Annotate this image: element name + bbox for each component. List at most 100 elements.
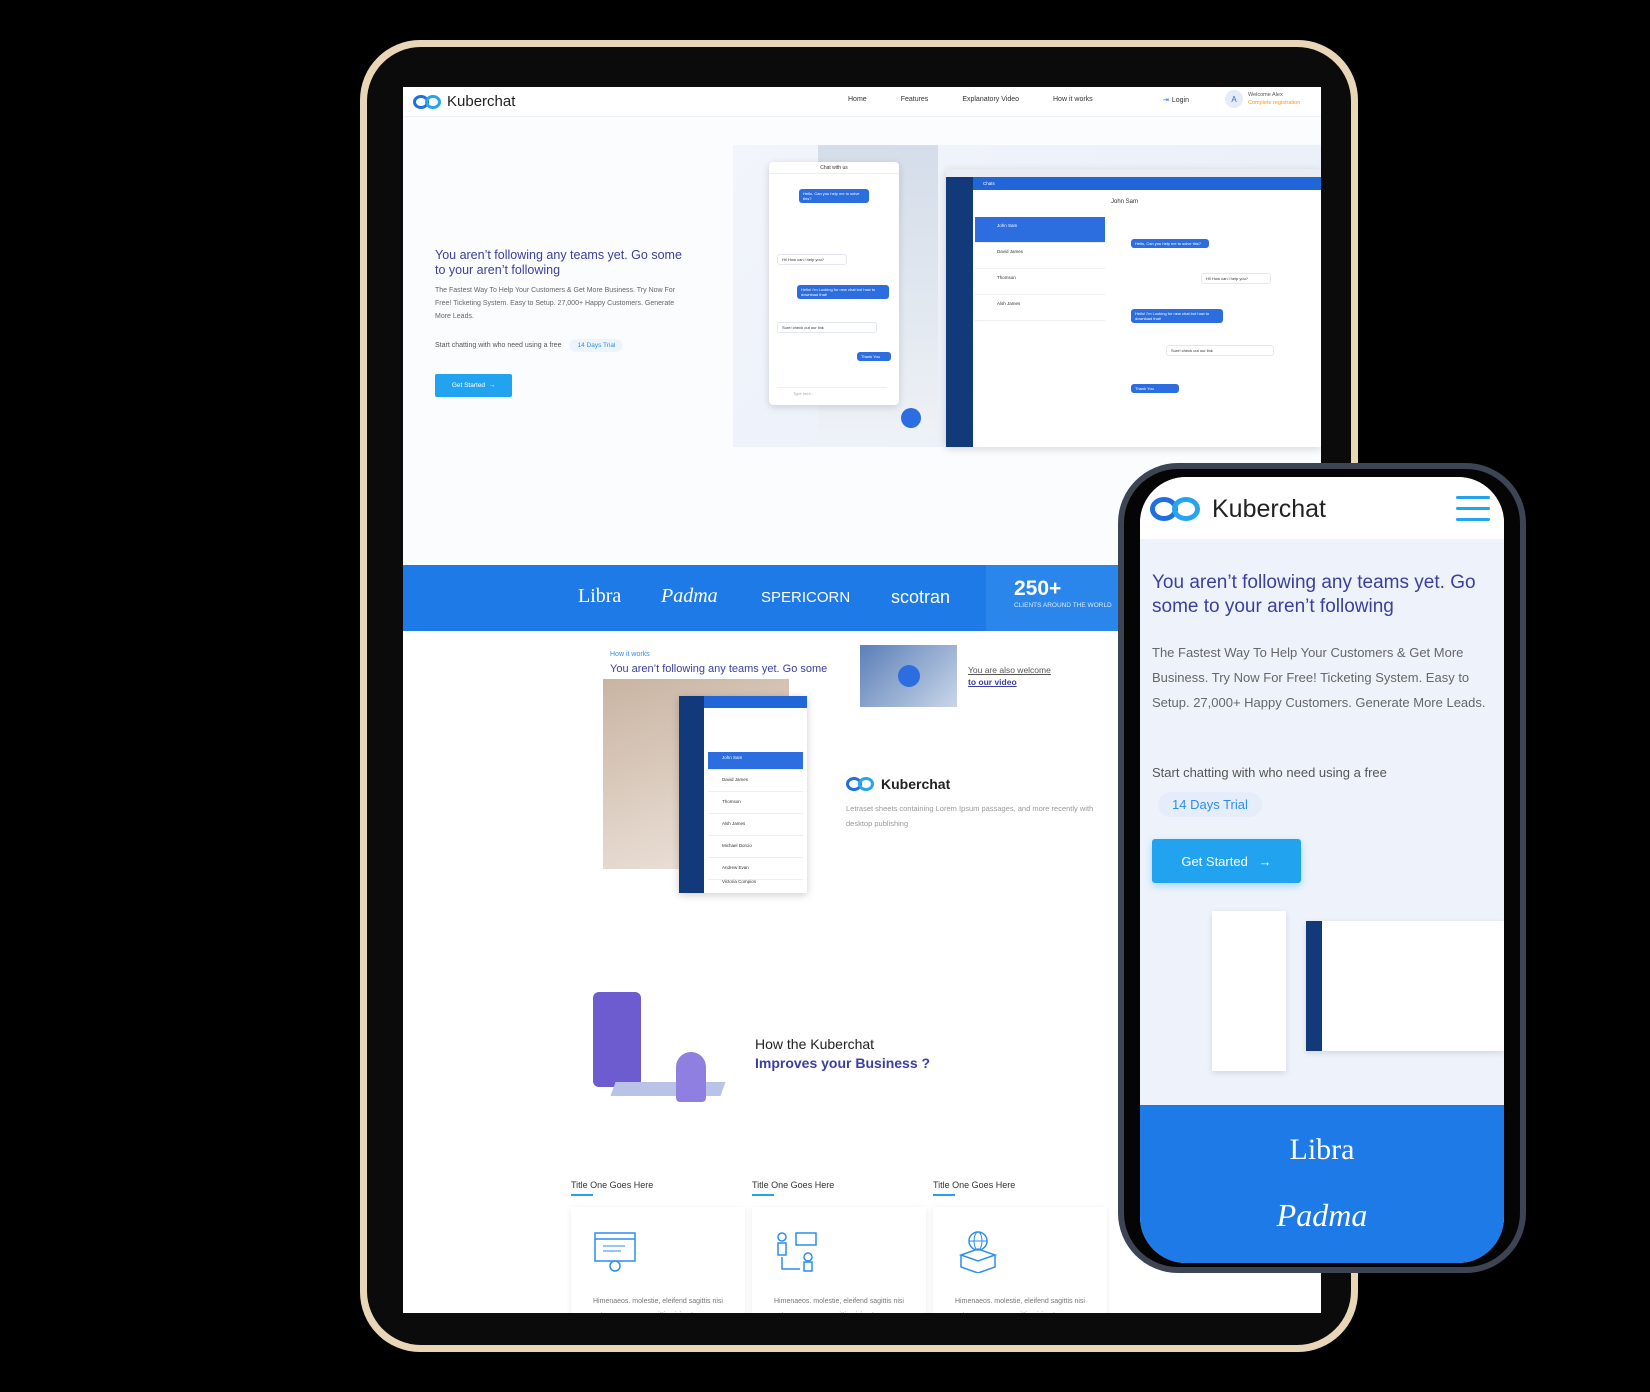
trial-text: Start chatting with who need using a fre… (1152, 765, 1387, 780)
complete-registration-link[interactable]: Complete registration (1248, 99, 1300, 107)
logo[interactable]: Kuberchat (1150, 494, 1326, 524)
card-title-text: Title One Goes Here (571, 1180, 654, 1190)
chat-list-item: Alsh James (975, 295, 1105, 321)
feature-card: Himenaeos. molestie, eleifend sagittis n… (933, 1207, 1107, 1313)
kuberchat-logo-icon (846, 775, 876, 793)
scotran-logo: scotran (891, 587, 951, 607)
phone-client-logos: Libra Padma (1140, 1105, 1504, 1263)
hero-illustration: Chat with us Hello, Can you help me to s… (733, 145, 1321, 447)
nav-link-home[interactable]: Home (848, 96, 867, 103)
chat-input: Type here... (777, 387, 887, 399)
workspace-illustration (571, 982, 731, 1142)
trial-badge: 14 Days Trial (1158, 792, 1262, 817)
people-chat-icon (777, 1232, 817, 1272)
improve-title-line1: How the Kuberchat (755, 1036, 875, 1052)
chat-list-name: David James (997, 249, 1024, 254)
video-link-line2[interactable]: to our video (968, 676, 1051, 688)
get-started-label: Get Started (1181, 853, 1248, 869)
login-button[interactable]: ⇥ Login (1163, 96, 1189, 104)
hero-description: The Fastest Way To Help Your Customers &… (1152, 645, 1486, 710)
card-text: Himenaeos. molestie, eleifend sagittis n… (774, 1298, 904, 1313)
chat-bubble: Hello! I'm Looking for new chat bot how … (797, 285, 889, 299)
get-started-label: Get Started (451, 382, 486, 389)
hamburger-menu-icon[interactable] (1456, 496, 1490, 522)
chat-list-item: David James (975, 243, 1105, 269)
improve-title-line2: Improves your Business ? (755, 1055, 931, 1071)
globe-box-icon (958, 1231, 998, 1273)
tablet-navbar: Kuberchat Home Features Explanatory Vide… (403, 87, 1321, 117)
feature-card: Himenaeos. molestie, eleifend sagittis n… (571, 1207, 745, 1313)
client-count: 250+ (1014, 577, 1062, 600)
browser-settings-icon (594, 1232, 636, 1272)
card-title-text: Title One Goes Here (933, 1180, 1016, 1190)
get-started-button[interactable]: Get Started → (1152, 839, 1301, 883)
chat-bubble: Sure! check out our link (777, 322, 877, 333)
client-caption: CLIENTS AROUND THE WORLD (1014, 602, 1112, 609)
phone-navbar: Kuberchat (1140, 477, 1504, 539)
app-mockup: John Sam David James Thomson Alsh James … (679, 696, 807, 893)
chat-bubble: Hi! How can i help you? (1201, 273, 1271, 284)
card-title: Title One Goes Here (752, 1180, 834, 1196)
trial-badge: 14 Days Trial (569, 339, 624, 352)
app-sidebar (679, 696, 704, 893)
nav-link-how-it-works[interactable]: How it works (1053, 96, 1093, 103)
get-started-button[interactable]: Get Started → (435, 374, 512, 397)
feature-name: Kuberchat (881, 776, 951, 792)
dashboard-sidebar (1306, 921, 1322, 1051)
padma-logo: Padma (1276, 1197, 1368, 1233)
libra-logo: Libra (578, 585, 622, 607)
chat-list-item: Thomson (975, 269, 1105, 295)
card-text: Himenaeos. molestie, eleifend sagittis n… (593, 1298, 723, 1313)
app-list-item: Victoria Compion (722, 879, 757, 884)
feature-text: Kuberchat Letraset sheets containing Lor… (846, 775, 1093, 828)
login-icon: ⇥ (1163, 97, 1169, 104)
app-header (704, 696, 807, 708)
arrow-right-icon: → (488, 382, 496, 389)
kuberchat-logo-icon (413, 93, 443, 111)
chat-list-item: John Sam (975, 217, 1105, 243)
hero-title: You aren’t following any teams yet. Go s… (435, 248, 682, 277)
phone-hero-section: You aren’t following any teams yet. Go s… (1140, 539, 1504, 1105)
trial-text: Start chatting with who need using a fre… (435, 342, 562, 349)
chat-launcher-icon (901, 408, 921, 428)
nav-link-explanatory-video[interactable]: Explanatory Video (962, 96, 1019, 103)
section-label: How it works (610, 651, 650, 658)
welcome-text: Welcome Alex (1248, 92, 1283, 98)
feature-card: Himenaeos. molestie, eleifend sagittis n… (752, 1207, 926, 1313)
play-icon[interactable] (898, 665, 920, 687)
chat-bubble: Hello, Can you help me to solve this? (799, 189, 869, 203)
feature-description: Letraset sheets containing Lorem Ipsum p… (846, 804, 1094, 828)
dashboard-mockup: Chats John Sam John Sam David James Thom… (946, 169, 1321, 447)
person-illustration (676, 1052, 706, 1102)
chat-bubble: Thank You (857, 352, 891, 361)
desk-illustration (610, 1082, 726, 1096)
hero-title: You aren’t following any teams yet. Go s… (1152, 572, 1476, 617)
chat-list-name: John Sam (997, 223, 1018, 228)
libra-logo: Libra (1289, 1133, 1355, 1166)
padma-logo: Padma (661, 585, 718, 607)
card-title-text: Title One Goes Here (752, 1180, 835, 1190)
hero-description: The Fastest Way To Help Your Customers &… (435, 287, 676, 320)
app-list-item: David James (708, 774, 803, 792)
phone-illustration (593, 992, 641, 1087)
chat-widget-mockup: Chat with us Hello, Can you help me to s… (769, 162, 899, 405)
logo[interactable]: Kuberchat (413, 93, 515, 111)
chat-bubble: Hello, Can you help me to solve this? (1131, 239, 1209, 248)
spericorn-logo: SPERICORN (761, 589, 851, 606)
avatar: A (1225, 90, 1243, 108)
chat-bubble: Hi! How can i help you? (777, 254, 847, 265)
chat-list-name: Alsh James (997, 301, 1021, 306)
video-link-line1[interactable]: You are also welcome (968, 665, 1051, 675)
card-title: Title One Goes Here (571, 1180, 653, 1196)
nav-link-features[interactable]: Features (901, 96, 929, 103)
chat-widget-mockup (1212, 911, 1286, 1071)
chat-bubble: Hello! I'm Looking for new chat bot how … (1131, 309, 1223, 323)
user-menu[interactable]: A Welcome Alex Complete registration (1225, 90, 1300, 108)
window-titlebar (946, 169, 1321, 177)
dashboard-sidebar (946, 177, 973, 447)
app-list-item: John Sam (708, 752, 803, 770)
dashboard-header: Chats (973, 177, 1321, 190)
chat-list-name: Thomson (997, 275, 1016, 280)
card-text: Himenaeos. molestie, eleifend sagittis n… (955, 1298, 1085, 1313)
phone-screen: Kuberchat You aren’t following any teams… (1140, 477, 1504, 1263)
